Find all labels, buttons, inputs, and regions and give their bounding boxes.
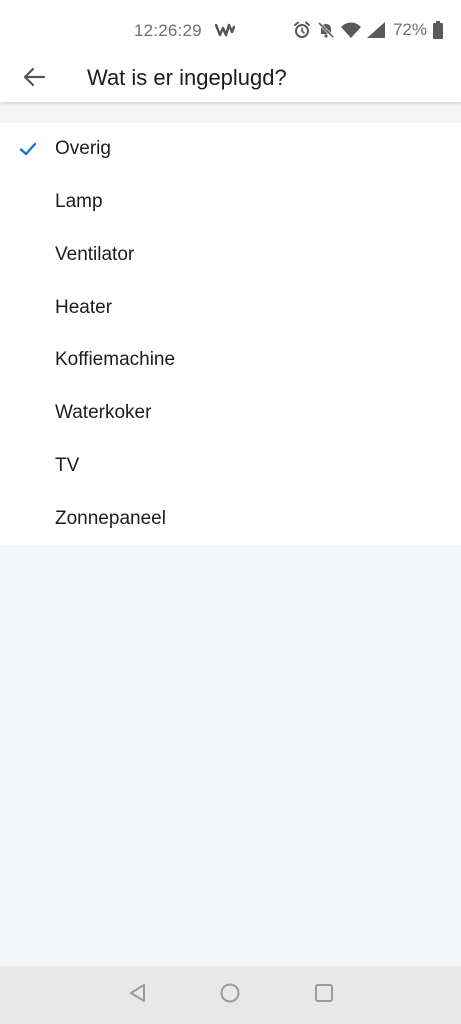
triangle-back-icon [127,982,149,1009]
option-item-zonnepaneel[interactable]: Zonnepaneel [0,492,461,545]
option-item-ventilator[interactable]: Ventilator [0,229,461,282]
bell-muted-icon [317,21,335,39]
option-item-tv[interactable]: TV [0,440,461,493]
option-label: Overig [55,138,111,160]
option-item-lamp[interactable]: Lamp [0,176,461,229]
nav-home-button[interactable] [217,982,243,1008]
option-label: TV [55,454,80,476]
system-nav-bar [0,966,461,1024]
option-label: Heater [55,296,113,318]
square-recents-icon [313,982,335,1009]
back-button[interactable] [16,61,52,97]
alarm-icon [293,21,311,39]
app-bar: Wat is er ingeplugd? [0,56,461,102]
battery-percent: 72% [392,20,427,39]
page-title: Wat is er ingeplugd? [87,65,287,90]
screen: 12:26:29 72% Wat is er ingeplugd? Overig… [0,0,461,1024]
option-label: Zonnepaneel [55,507,166,529]
battery-icon [433,21,443,39]
nav-recents-button[interactable] [311,982,337,1008]
option-item-heater[interactable]: Heater [0,281,461,334]
w-app-icon [214,22,236,38]
option-label: Ventilator [55,243,135,265]
option-item-overig[interactable]: Overig [0,123,461,176]
option-label: Waterkoker [55,402,152,424]
status-bar: 12:26:29 72% [0,0,461,56]
signal-icon [366,22,385,38]
option-label: Koffiemachine [55,349,176,371]
circle-home-icon [219,982,241,1009]
status-time: 12:26:29 [134,21,202,40]
status-icons: 72% [293,20,443,40]
option-item-koffiemachine[interactable]: Koffiemachine [0,334,461,387]
wifi-icon [340,22,361,38]
option-label: Lamp [55,191,103,213]
option-item-waterkoker[interactable]: Waterkoker [0,387,461,440]
check-icon [18,139,38,159]
option-list: Overig Lamp Ventilator Heater Koffiemach… [0,123,461,545]
arrow-left-icon [23,67,46,92]
nav-back-button[interactable] [125,982,151,1008]
